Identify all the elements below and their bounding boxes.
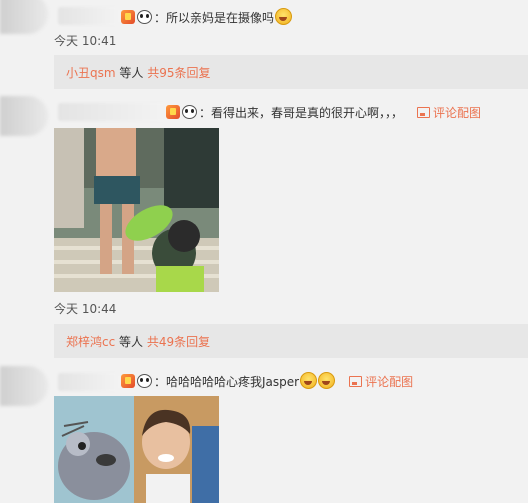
avatar[interactable] bbox=[0, 0, 48, 34]
laugh-cry-emoji-icon bbox=[275, 8, 293, 25]
comment-picture-link[interactable]: 评论配图 bbox=[349, 375, 413, 389]
username-blurred[interactable] bbox=[58, 373, 120, 391]
timestamp: 今天 10:41 bbox=[54, 34, 117, 48]
vip-badge-icon bbox=[121, 10, 135, 24]
photo-pool-scene bbox=[54, 128, 219, 292]
picture-icon bbox=[349, 376, 363, 387]
photo-cartoon-and-child bbox=[54, 396, 219, 503]
panda-emoji-icon bbox=[137, 10, 152, 24]
reply-count-link[interactable]: 共95条回复 bbox=[147, 66, 210, 80]
timestamp: 今天 10:44 bbox=[54, 302, 117, 316]
picture-icon bbox=[417, 107, 431, 118]
panda-emoji-icon bbox=[137, 374, 152, 388]
comment-image[interactable] bbox=[54, 396, 219, 503]
laugh-cry-emoji-icon bbox=[318, 372, 336, 389]
reply-summary[interactable]: 郑梓鸿cc 等人 共49条回复 bbox=[54, 324, 528, 358]
comment-image[interactable] bbox=[54, 128, 219, 292]
vip-badge-icon bbox=[166, 105, 180, 119]
comment-1: ：所以亲妈是在摄像吗 今天 10:41 bbox=[0, 0, 528, 54]
reply-summary[interactable]: 小丑qsm 等人 共95条回复 bbox=[54, 55, 528, 89]
comment-picture-link[interactable]: 评论配图 bbox=[417, 106, 481, 120]
reply-users-link[interactable]: 郑梓鸿cc bbox=[66, 335, 115, 349]
laugh-cry-emoji-icon bbox=[300, 372, 318, 389]
username-blurred[interactable] bbox=[58, 103, 168, 121]
comment-text: ：哈哈哈哈哈心疼我Jasper bbox=[154, 375, 300, 389]
username-blurred[interactable] bbox=[58, 7, 120, 25]
panda-emoji-icon bbox=[182, 105, 197, 119]
avatar[interactable] bbox=[0, 366, 48, 406]
reply-users-link[interactable]: 小丑qsm bbox=[66, 66, 116, 80]
comment-text: ：所以亲妈是在摄像吗 bbox=[154, 11, 275, 25]
avatar[interactable] bbox=[0, 96, 48, 136]
comment-2: ：看得出来，春哥是真的很开心啊，，， 评论配图 今天 10:44 bbox=[0, 96, 528, 316]
vip-badge-icon bbox=[121, 374, 135, 388]
comment-3: ：哈哈哈哈哈心疼我Jasper 评论配图 bbox=[0, 366, 528, 503]
comment-text: ：看得出来，春哥是真的很开心啊，，， bbox=[199, 106, 404, 120]
reply-count-link[interactable]: 共49条回复 bbox=[147, 335, 210, 349]
